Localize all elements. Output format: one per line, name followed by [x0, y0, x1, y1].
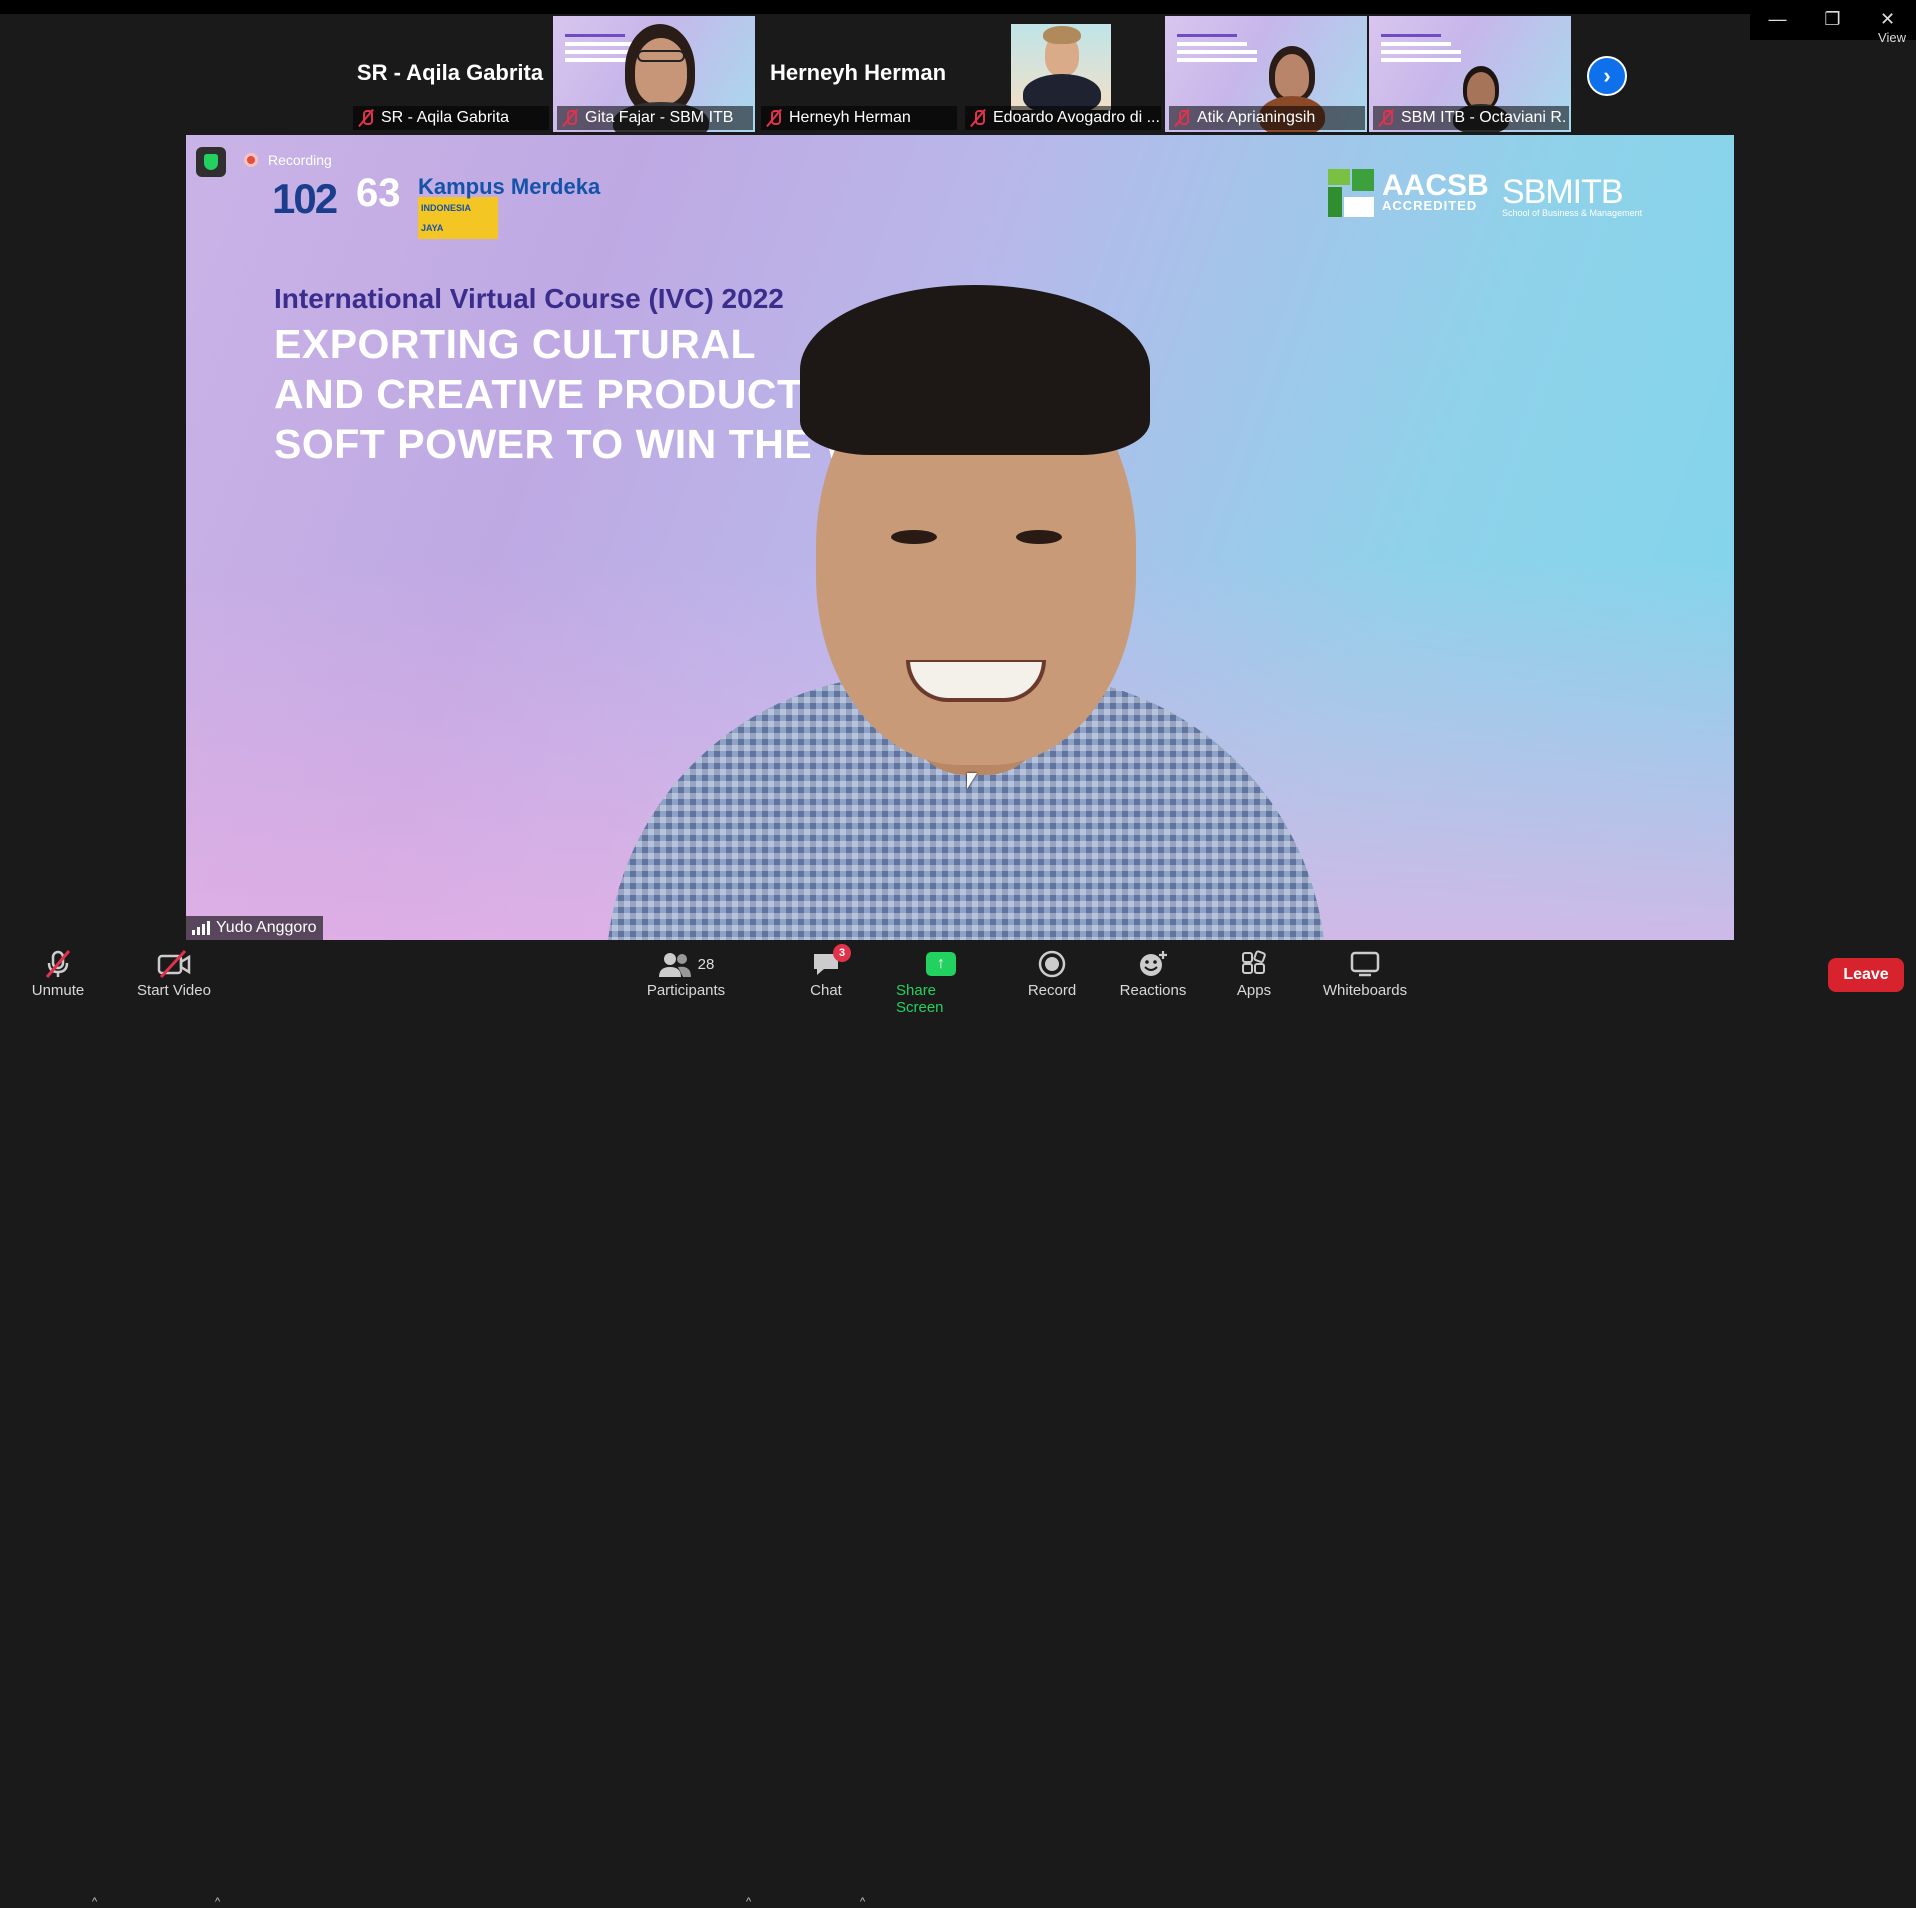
participant-tile[interactable]: SBM ITB - Octaviani R. ... — [1369, 16, 1571, 132]
participant-label: Atik Aprianingsih — [1169, 106, 1365, 130]
slide-headline-line: AND CREATIVE PRODUCTS — [274, 371, 831, 417]
logo-63: 63 — [356, 171, 401, 215]
unmute-button[interactable]: Unmute — [26, 946, 90, 999]
participant-tile[interactable]: Edoardo Avogadro di ... — [961, 16, 1163, 132]
aacsb-logo: AACSB ACCREDITED — [1328, 169, 1489, 217]
apps-button[interactable]: Apps — [1236, 946, 1272, 999]
video-feed — [1011, 24, 1111, 114]
leave-button[interactable]: Leave — [1828, 958, 1904, 992]
participant-label: Herneyh Herman — [761, 106, 957, 130]
mic-muted-icon — [969, 108, 987, 128]
slide-title: International Virtual Course (IVC) 2022 — [274, 283, 784, 314]
audio-options-caret[interactable]: ^ — [92, 1896, 97, 1908]
participants-button[interactable]: 28 Participants — [644, 946, 728, 999]
speaker-hair — [800, 285, 1150, 455]
mic-muted-icon — [561, 108, 579, 128]
participant-label: Gita Fajar - SBM ITB — [557, 106, 753, 130]
participant-name: Herneyh Herman — [789, 109, 911, 126]
share-screen-icon: ↑ — [926, 952, 956, 976]
speaker-name-label: Yudo Anggoro — [186, 916, 323, 940]
participant-tile[interactable]: SR - Aqila Gabrita SR - Aqila Gabrita — [349, 16, 551, 132]
minimize-button[interactable]: — — [1750, 0, 1805, 38]
gallery-strip: SR - Aqila Gabrita SR - Aqila Gabrita Gi… — [349, 16, 1571, 132]
reactions-button[interactable]: Reactions — [1120, 946, 1186, 999]
recording-indicator: Recording — [244, 152, 332, 168]
participant-name: Gita Fajar - SBM ITB — [585, 109, 734, 126]
chat-button[interactable]: 3 Chat — [806, 944, 851, 999]
whiteboard-icon — [1350, 951, 1380, 977]
chat-options-caret[interactable]: ^ — [860, 1896, 865, 1908]
video-off-icon — [156, 946, 192, 982]
chat-unread-badge: 3 — [833, 944, 851, 962]
view-button[interactable]: View — [1878, 30, 1906, 45]
mic-muted-icon — [765, 108, 783, 128]
signal-strength-icon — [192, 921, 210, 935]
participant-label: SR - Aqila Gabrita — [353, 106, 549, 130]
participant-tile[interactable]: Herneyh Herman Herneyh Herman — [757, 16, 959, 132]
whiteboards-button[interactable]: Whiteboards — [1320, 946, 1410, 999]
meeting-toolbar: Unmute ^ Start Video ^ 28 Participants ^ — [0, 942, 1916, 1908]
participant-name: Atik Aprianingsih — [1197, 109, 1316, 126]
participant-name: Edoardo Avogadro di ... — [993, 109, 1160, 126]
restore-button[interactable]: ❐ — [1805, 0, 1860, 38]
logo-102-itb: 102 — [272, 175, 338, 222]
mic-muted-icon — [1173, 108, 1191, 128]
video-options-caret[interactable]: ^ — [215, 1896, 220, 1908]
record-button[interactable]: Record — [1026, 946, 1078, 999]
participant-name: SBM ITB - Octaviani R. ... — [1401, 109, 1569, 126]
speaker-name: Yudo Anggoro — [216, 919, 317, 936]
recording-label: Recording — [268, 152, 332, 168]
participant-tile[interactable]: Atik Aprianingsih — [1165, 16, 1367, 132]
record-icon — [1038, 950, 1066, 978]
mic-muted-icon — [357, 108, 375, 128]
participants-count: 28 — [697, 955, 715, 973]
share-screen-button[interactable]: ↑ Share Screen — [896, 946, 986, 1016]
gallery-next-button[interactable]: › — [1587, 56, 1627, 96]
mouse-cursor-icon — [967, 773, 977, 789]
participant-big-name: Herneyh Herman — [769, 60, 947, 85]
participant-name: SR - Aqila Gabrita — [381, 109, 510, 126]
logo-kampus-merdeka: Kampus Merdeka INDONESIA JAYA — [418, 176, 600, 239]
smiley-icon — [1140, 951, 1167, 976]
record-dot-icon — [244, 153, 258, 167]
participant-label: Edoardo Avogadro di ... — [965, 106, 1161, 130]
participant-tile[interactable]: Gita Fajar - SBM ITB — [553, 16, 755, 132]
slide-headline-line: EXPORTING CULTURAL — [274, 321, 757, 367]
active-speaker-video: Recording 102 63 Kampus Merdeka INDONESI… — [186, 135, 1734, 940]
participant-big-name: SR - Aqila Gabrita — [356, 60, 544, 85]
slide-headline-line: SOFT POWER TO WIN THE W — [274, 421, 864, 467]
speaker-smile — [906, 660, 1046, 702]
apps-grid-icon — [1242, 950, 1266, 974]
start-video-button[interactable]: Start Video — [134, 946, 214, 999]
mic-muted-icon — [43, 946, 73, 982]
chevron-right-icon: › — [1603, 63, 1611, 88]
security-shield-icon[interactable] — [196, 147, 226, 177]
mic-muted-icon — [1377, 108, 1395, 128]
top-bar — [0, 0, 1916, 14]
participants-icon — [658, 953, 691, 977]
participant-label: SBM ITB - Octaviani R. ... — [1373, 106, 1569, 130]
aacsb-mark-icon — [1328, 169, 1374, 217]
sbm-itb-logo: SBMITB School of Business & Management — [1502, 173, 1643, 218]
participants-options-caret[interactable]: ^ — [746, 1896, 751, 1908]
